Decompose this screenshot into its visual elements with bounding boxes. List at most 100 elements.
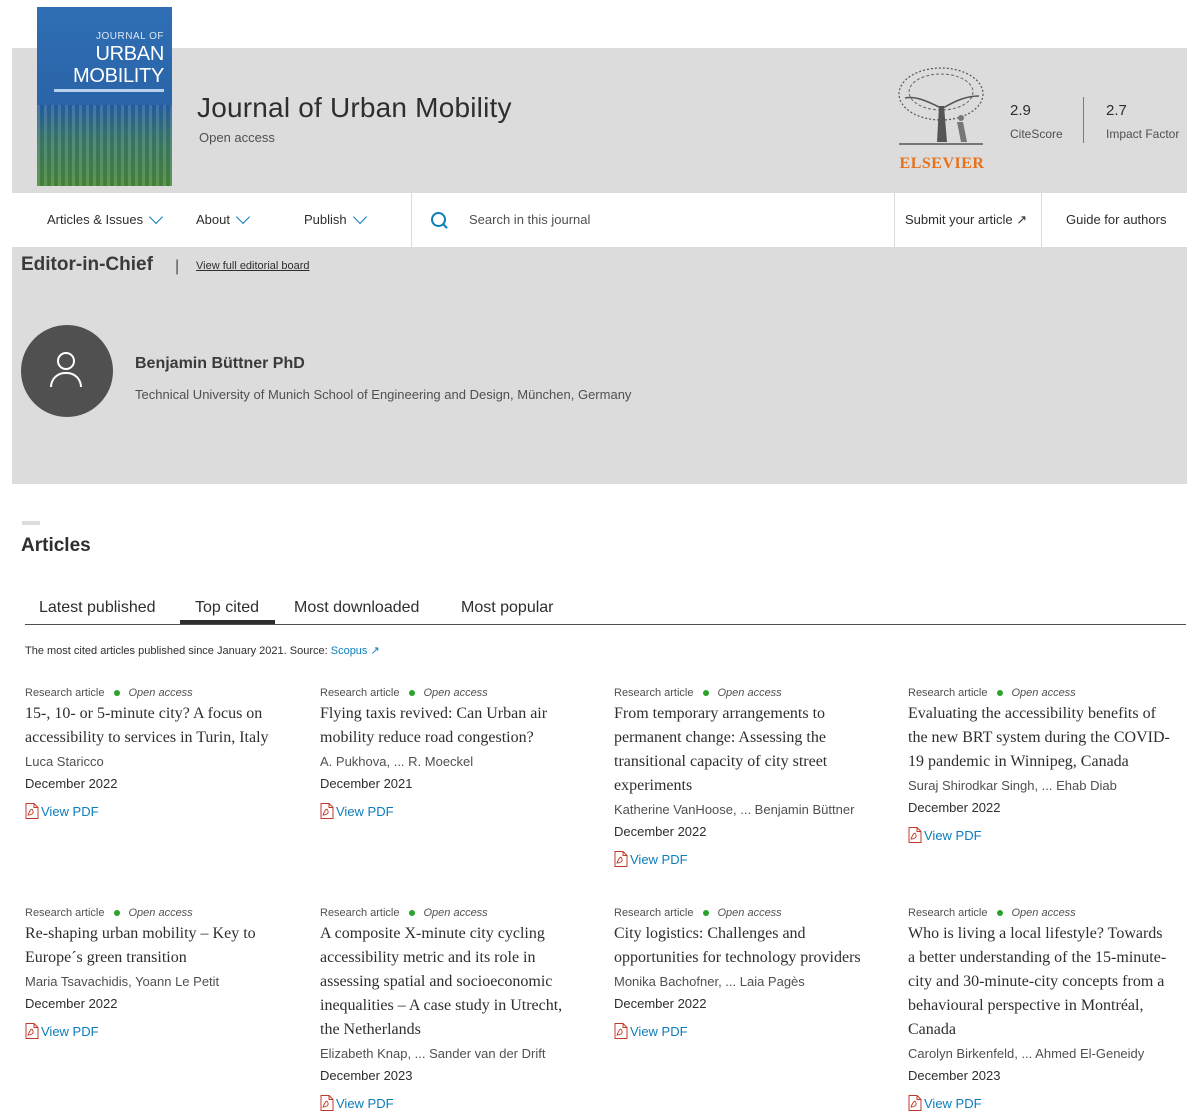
tab-most-downloaded[interactable]: Most downloaded [294,599,419,617]
article-tabs: Latest published Top cited Most download… [25,596,1186,625]
article-title[interactable]: Who is living a local lifestyle? Towards… [908,922,1170,1042]
article-card: Research article Open access 15-, 10- or 5… [25,687,287,819]
open-access-label: Open access [199,130,275,145]
article-title[interactable]: From temporary arrangements to permanent… [614,702,876,798]
article-type: Research article [25,687,105,699]
article-date: December 2021 [320,776,413,791]
article-authors: Carolyn Birkenfeld, ... Ahmed El-Geneidy [908,1046,1145,1061]
tab-most-popular[interactable]: Most popular [461,599,554,617]
nav-publish[interactable]: Publish [304,209,367,227]
open-access-label: Open access [1011,687,1076,699]
article-card: Research article Open access Evaluating th… [908,687,1170,843]
impact-factor-label: Impact Factor [1106,127,1180,141]
article-authors: A. Pukhova, ... R. Moeckel [320,754,474,769]
article-type: Research article [908,907,988,919]
view-pdf-link[interactable]: View PDF [320,803,582,819]
guide-for-authors-link[interactable]: Guide for authors [1066,212,1166,227]
submit-article-link[interactable]: Submit your article ↗ [905,212,1027,228]
cover-subtitle [54,89,164,92]
view-pdf-link[interactable]: View PDF [908,1095,1170,1111]
open-access-dot-icon [114,910,121,916]
avatar [21,325,113,417]
cover-line3: MOBILITY [73,65,164,87]
view-pdf-link[interactable]: View PDF [25,1023,287,1039]
chevron-down-icon [235,209,251,225]
pdf-icon [908,1095,922,1111]
article-title[interactable]: Evaluating the accessibility benefits of… [908,702,1170,774]
article-type: Research article [320,687,400,699]
article-meta: Research article Open access [614,687,876,699]
open-access-label: Open access [128,687,193,699]
nav-about[interactable]: About [196,209,251,227]
article-date: December 2022 [25,996,118,1011]
impact-factor-metric[interactable]: 2.7 Impact Factor [1106,102,1179,141]
view-pdf-label: View PDF [41,803,99,819]
user-icon [57,352,75,370]
article-meta: Research article Open access [320,687,582,699]
article-card: Research article Open access A composite X… [320,907,582,1111]
editor-heading: Editor-in-Chief [21,254,153,275]
open-access-dot-icon [703,910,710,916]
view-pdf-link[interactable]: View PDF [320,1095,582,1111]
article-title[interactable]: A composite X-minute city cycling access… [320,922,582,1042]
article-meta: Research article Open access [25,687,287,699]
scopus-link[interactable]: Scopus ↗ [331,645,380,657]
nav-articles-issues[interactable]: Articles & Issues [47,209,164,227]
article-title[interactable]: Flying taxis revived: Can Urban air mobi… [320,702,582,750]
view-pdf-link[interactable]: View PDF [614,1023,876,1039]
elsevier-logo[interactable]: ELSEVIER [895,66,989,172]
nav-divider [894,193,895,247]
view-pdf-link[interactable]: View PDF [614,851,876,867]
elsevier-tree-icon [895,66,987,148]
impact-factor-value: 2.7 [1106,102,1127,119]
article-type: Research article [320,907,400,919]
tab-top-cited[interactable]: Top cited [180,599,276,624]
editor-affiliation: Technical University of Munich School of… [135,387,632,402]
article-authors: Katherine VanHoose, ... Benjamin Büttner [614,802,855,817]
source-note: The most cited articles published since … [25,644,380,657]
article-meta: Research article Open access [908,687,1170,699]
search-input[interactable]: Search in this journal [469,212,590,227]
pdf-icon [25,803,39,819]
article-card: Research article Open access From temporar… [614,687,876,867]
view-pdf-label: View PDF [336,803,394,819]
journal-title[interactable]: Journal of Urban Mobility [197,92,512,124]
article-card: Research article Open access City logistic… [614,907,876,1039]
editorial-board-link[interactable]: View full editorial board [196,260,310,272]
tab-latest-published[interactable]: Latest published [39,599,156,617]
view-pdf-link[interactable]: View PDF [908,827,1170,843]
article-date: December 2022 [908,800,1001,815]
article-card: Research article Open access Who is living… [908,907,1170,1111]
article-meta: Research article Open access [320,907,582,919]
heading-separator: | [175,258,180,275]
article-card: Research article Open access Re-shaping ur… [25,907,287,1039]
citescore-metric[interactable]: 2.9 CiteScore [1010,102,1063,141]
cover-line1: JOURNAL OF [96,31,164,42]
search-icon[interactable] [431,212,446,227]
pdf-icon [614,1023,628,1039]
article-meta: Research article Open access [908,907,1170,919]
article-authors: Elizabeth Knap, ... Sander van der Drift [320,1046,546,1061]
source-note-text: The most cited articles published since … [25,645,328,657]
article-authors: Luca Staricco [25,754,104,769]
article-title[interactable]: Re-shaping urban mobility – Key to Europ… [25,922,287,970]
pdf-icon [614,851,628,867]
article-title[interactable]: City logistics: Challenges and opportuni… [614,922,876,970]
view-pdf-link[interactable]: View PDF [25,803,287,819]
open-access-dot-icon [114,690,121,696]
article-type: Research article [614,907,694,919]
nav-publish-label: Publish [304,212,347,227]
nav-divider [1041,193,1042,247]
open-access-dot-icon [409,910,416,916]
elsevier-wordmark: ELSEVIER [899,155,985,172]
journal-cover-image[interactable]: JOURNAL OF URBAN MOBILITY [37,7,172,186]
chevron-down-icon [149,209,164,225]
article-title[interactable]: 15-, 10- or 5-minute city? A focus on ac… [25,702,287,750]
view-pdf-label: View PDF [336,1095,394,1111]
article-date: December 2023 [908,1068,1001,1083]
open-access-label: Open access [717,907,782,919]
article-meta: Research article Open access [25,907,287,919]
citescore-value: 2.9 [1010,102,1031,119]
article-date: December 2022 [25,776,118,791]
open-access-label: Open access [423,687,488,699]
